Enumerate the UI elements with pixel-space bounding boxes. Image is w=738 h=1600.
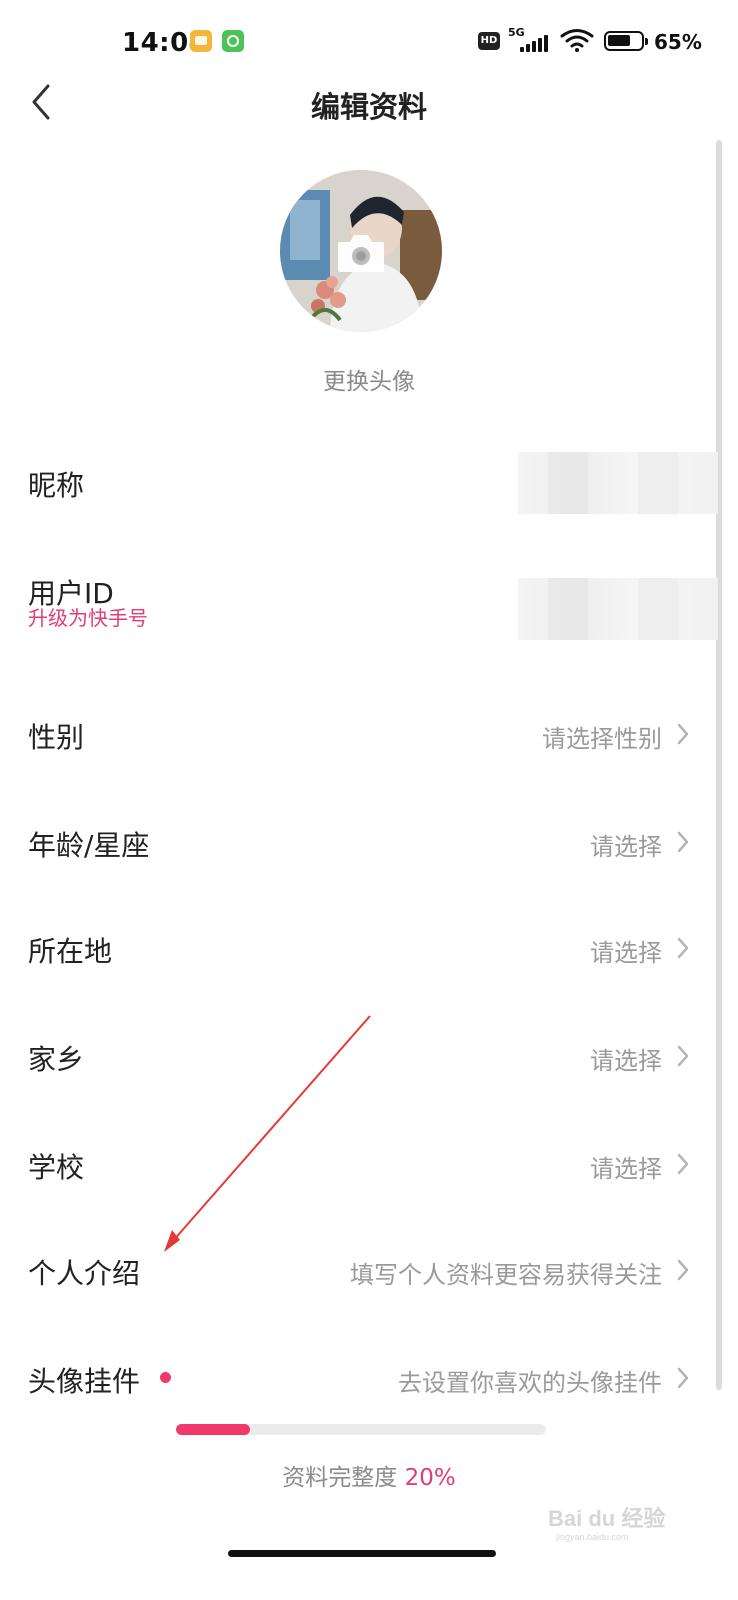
completeness-progress-bar [176, 1424, 546, 1435]
hometown-value: 请选择 [590, 1047, 662, 1075]
location-label: 所在地 [28, 935, 113, 968]
nickname-label: 昵称 [28, 469, 85, 502]
change-avatar-link[interactable]: 更换头像 [0, 362, 738, 396]
upgrade-kuaishou-id-link[interactable]: 升级为快手号 [28, 602, 148, 631]
chevron-right-icon [677, 1153, 689, 1175]
hometown-label: 家乡 [28, 1043, 85, 1076]
battery-percent: 65% [654, 30, 702, 54]
avatar-photo [280, 170, 442, 332]
bio-label: 个人介绍 [28, 1257, 141, 1290]
chevron-right-icon [677, 1259, 689, 1281]
location-row[interactable]: 所在地 请选择 [0, 900, 738, 1000]
school-value: 请选择 [590, 1155, 662, 1183]
completeness-label: 资料完整度 [282, 1465, 398, 1491]
age-constellation-label: 年龄/星座 [28, 829, 150, 862]
avatar[interactable] [280, 170, 442, 332]
gender-label: 性别 [28, 721, 85, 754]
edit-profile-screen: 14:04 HD 5G 65% 编辑资料 更换头像 昵称 用户ID 升级为快手号… [0, 0, 738, 1600]
nickname-row[interactable]: 昵称 [0, 432, 738, 532]
hometown-row[interactable]: 家乡 请选择 [0, 1006, 738, 1106]
school-label: 学校 [28, 1151, 85, 1184]
chevron-right-icon [677, 1045, 689, 1067]
signal-icon [510, 34, 550, 52]
completeness-text: 资料完整度 20% [0, 1458, 738, 1492]
age-constellation-value: 请选择 [590, 833, 662, 861]
page-title: 编辑资料 [310, 90, 427, 124]
chevron-right-icon [677, 937, 689, 959]
age-constellation-row[interactable]: 年龄/星座 请选择 [0, 792, 738, 892]
hd-badge: HD [478, 32, 500, 50]
chevron-right-icon [677, 1367, 689, 1389]
completeness-percent: 20% [404, 1465, 456, 1491]
notes-app-icon [190, 30, 212, 52]
wechat-app-icon [222, 30, 244, 52]
header: 编辑资料 [0, 70, 738, 134]
user-id-row[interactable]: 用户ID 升级为快手号 [0, 544, 738, 654]
bio-value: 填写个人资料更容易获得关注 [350, 1261, 662, 1289]
nickname-value-blurred [518, 452, 718, 514]
school-row[interactable]: 学校 请选择 [0, 1114, 738, 1214]
location-value: 请选择 [590, 939, 662, 967]
battery-icon [604, 31, 648, 51]
avatar-pendant-label: 头像挂件 [28, 1365, 141, 1398]
gender-value: 请选择性别 [542, 725, 662, 753]
avatar-pendant-row[interactable]: 头像挂件 去设置你喜欢的头像挂件 [0, 1330, 738, 1430]
new-dot-badge [160, 1372, 171, 1383]
home-indicator[interactable] [228, 1550, 496, 1557]
chevron-right-icon [677, 723, 689, 745]
watermark-subtext: jingyan.baidu.com [555, 1532, 629, 1542]
chevron-right-icon [677, 831, 689, 853]
wifi-icon [560, 29, 594, 52]
completeness-progress-fill [176, 1424, 250, 1435]
watermark-text: Bai du 经验 [548, 1506, 665, 1531]
avatar-pendant-value: 去设置你喜欢的头像挂件 [398, 1369, 662, 1397]
bio-row[interactable]: 个人介绍 填写个人资料更容易获得关注 [0, 1222, 738, 1322]
user-id-value-blurred [518, 578, 718, 640]
gender-row[interactable]: 性别 请选择性别 [0, 684, 738, 784]
baidu-jingyan-watermark: Bai du 经验 jingyan.baidu.com [548, 1506, 665, 1542]
